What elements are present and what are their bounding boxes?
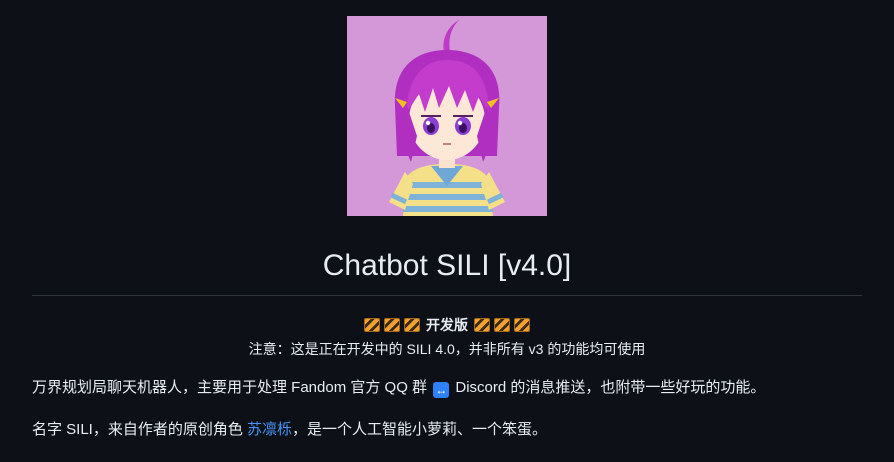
title-divider: [32, 295, 862, 296]
construction-icon: [384, 318, 401, 332]
dev-banner: 开发版: [0, 314, 894, 336]
construction-icon: [404, 318, 421, 332]
dev-notice: 注意：这是正在开发中的 SILI 4.0，并非所有 v3 的功能均可使用: [248, 341, 646, 357]
sili-character-image: [389, 20, 505, 216]
construction-icon: [473, 318, 490, 332]
intro-text-before: 万界规划局聊天机器人，主要用于处理 Fandom 官方 QQ 群: [32, 379, 432, 396]
readme-page: Chatbot SILI [v4.0] 开发版 注意：这是正在开发中的 SILI…: [0, 0, 894, 462]
avatar: [347, 16, 547, 216]
name-text-after: ，是一个人工智能小萝莉、一个笨蛋。: [292, 421, 548, 438]
character-link[interactable]: 苏凛栎: [247, 421, 292, 438]
name-text-before: 名字 SILI，来自作者的原创角色: [32, 421, 248, 438]
left-right-arrow-icon: ↔: [433, 382, 450, 398]
page-title: Chatbot SILI [v4.0]: [322, 249, 572, 282]
construction-icon: [493, 318, 510, 332]
intro-text-after: Discord 的消息推送，也附带一些好玩的功能。: [451, 379, 766, 396]
construction-icon: [513, 318, 530, 332]
dev-label: 开发版: [426, 317, 468, 333]
construction-icon: [364, 318, 381, 332]
intro-paragraph: 万界规划局聊天机器人，主要用于处理 Fandom 官方 QQ 群 ↔ Disco…: [32, 376, 872, 400]
name-paragraph: 名字 SILI，来自作者的原创角色 苏凛栎，是一个人工智能小萝莉、一个笨蛋。: [32, 418, 872, 442]
